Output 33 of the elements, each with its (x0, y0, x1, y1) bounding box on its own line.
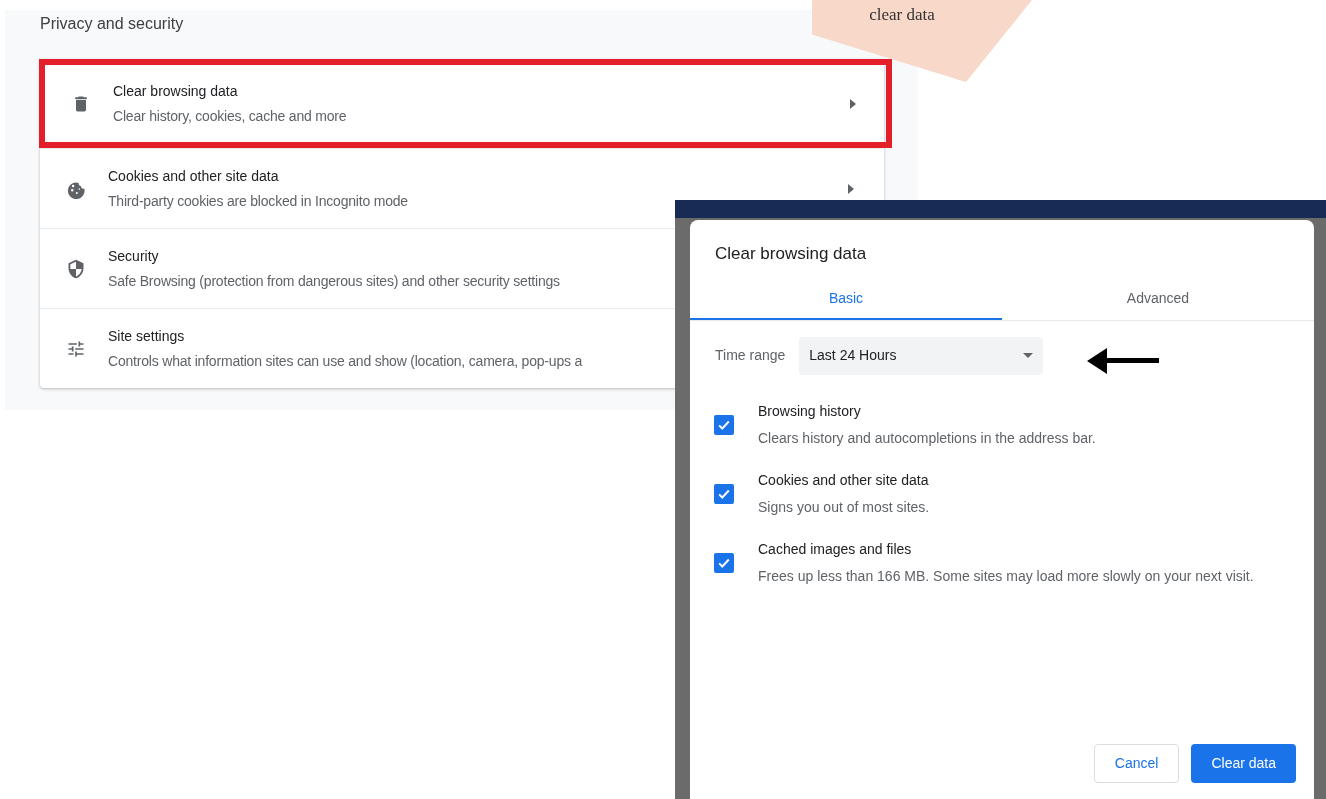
checkbox[interactable] (714, 553, 734, 573)
tab[interactable]: Advanced (1002, 282, 1314, 320)
row-title: Clear browsing data (113, 81, 238, 101)
callout-text: clear data (869, 4, 935, 26)
row-title: Cookies and other site data (108, 166, 279, 186)
row-title: Site settings (108, 326, 185, 346)
clear-button[interactable]: Clear data (1191, 744, 1296, 783)
time-range-label: Time range (715, 346, 786, 365)
time-range-dropdown[interactable]: Last 24 Hours (799, 336, 1044, 375)
left-arrow-icon (1087, 348, 1159, 374)
option-description: Clears history and autocompletions in the address bar. (758, 428, 1097, 448)
row-title: Security (108, 246, 159, 266)
checkmark-icon (717, 418, 731, 432)
dropdown-caret-icon (1023, 353, 1034, 358)
checkmark-icon (717, 556, 731, 570)
option-description: Signs you out of most sites. (758, 497, 931, 517)
highlighted-settings-row[interactable]: Clear browsing data Clear history, cookies, cache and more (39, 59, 892, 148)
checkbox[interactable] (714, 484, 734, 504)
option-description: Frees up less than 166 MB. Some sites may load more slowly on your next visit. (758, 566, 1255, 586)
option-title: Cached images and files (758, 539, 912, 559)
row-subtitle: Third-party cookies are blocked in Incognito mode (108, 191, 408, 211)
row-subtitle: Controls what information sites can use and show (location, camera, pop-ups a (108, 351, 583, 371)
option-title: Cookies and other site data (758, 470, 929, 490)
row-subtitle: Safe Browsing (protection from dangerous sites) and other security settings (108, 271, 560, 291)
tab[interactable]: Basic (690, 282, 1002, 320)
shield-icon (66, 258, 86, 279)
checkmark-icon (717, 487, 731, 501)
section-title: Privacy and security (40, 14, 184, 34)
row-subtitle: Clear history, cookies, cache and more (113, 106, 347, 126)
option-title: Browsing history (758, 401, 861, 421)
checkbox[interactable] (714, 415, 734, 435)
cancel-button[interactable]: Cancel (1093, 744, 1180, 783)
dialog-title: Clear browsing data (715, 243, 867, 265)
